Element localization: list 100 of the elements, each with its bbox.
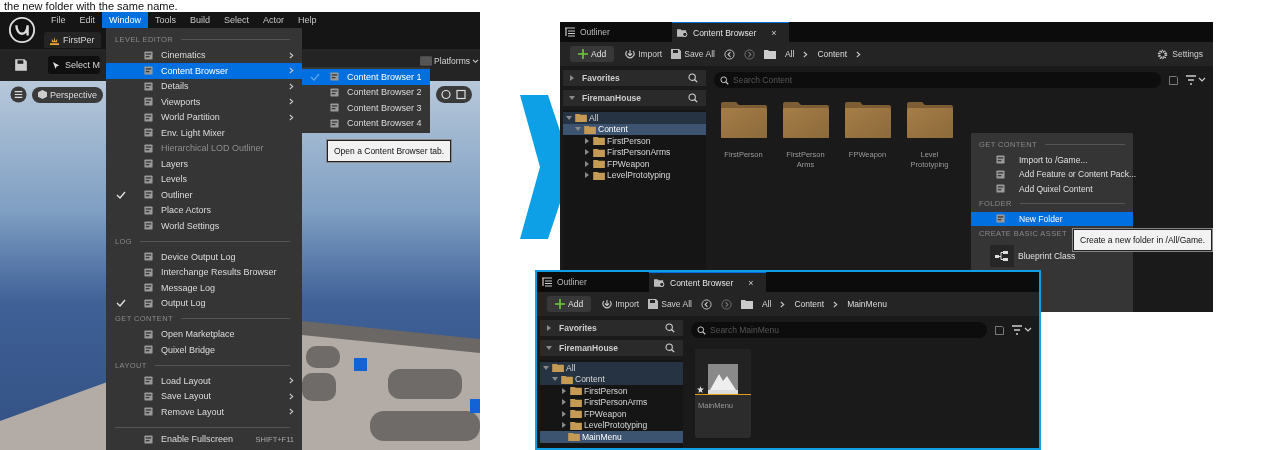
menu-bar-item[interactable]: Help (291, 12, 324, 28)
panel-tab[interactable]: Content Browser × (672, 22, 789, 42)
menu-item[interactable]: Quixel Bridge (106, 342, 302, 358)
save-icon[interactable] (14, 58, 28, 72)
triangle-right-icon (546, 325, 552, 331)
close-button[interactable]: × (748, 277, 754, 288)
panel-icon (996, 214, 1005, 224)
tooltip: Create a new folder in /All/Game. (1073, 229, 1213, 251)
tree-item[interactable]: FirstPersonArms (563, 146, 706, 158)
import-button[interactable]: Import (625, 49, 663, 59)
project-header[interactable]: FiremanHouse (540, 340, 683, 356)
import-button[interactable]: Import (602, 299, 640, 309)
panel-icon (144, 174, 153, 184)
menu-item[interactable]: Layers (106, 156, 302, 172)
menu-item[interactable]: Cinematics (106, 47, 302, 63)
back-icon[interactable] (700, 298, 712, 310)
menu-item[interactable]: Outliner (106, 187, 302, 203)
menu-icon[interactable] (10, 86, 27, 103)
forward-icon[interactable] (743, 48, 755, 60)
settings-button[interactable]: Settings (1157, 48, 1203, 60)
panel-tab[interactable]: Outliner (537, 272, 649, 292)
tree-item[interactable]: LevelPrototyping (563, 169, 706, 181)
breadcrumb-item[interactable]: Content (817, 49, 862, 59)
menu-bar-item[interactable]: Window (102, 12, 149, 28)
project-header[interactable]: FiremanHouse (563, 90, 706, 106)
menu-item[interactable]: Details (106, 78, 302, 94)
tree-item[interactable]: All (563, 112, 706, 124)
menu-item[interactable]: Content Browser 4 (302, 115, 430, 131)
mode-button[interactable]: Select M (48, 56, 100, 74)
tree-item[interactable]: FirstPerson (563, 135, 706, 147)
folder-icon[interactable] (763, 49, 776, 59)
menu-item[interactable]: Viewports (106, 94, 302, 110)
search-field[interactable]: Search MainMenu (691, 322, 987, 338)
tooltip: Open a Content Browser tab. (327, 140, 452, 162)
menu-bar-item[interactable]: File (44, 12, 73, 28)
panel-icon (144, 434, 153, 444)
menu-item[interactable]: Device Output Log (106, 249, 302, 265)
menu-item[interactable]: Content Browser 1 (302, 69, 430, 85)
filter-icon[interactable] (1186, 75, 1206, 85)
menu-item[interactable]: Open Marketplace (106, 326, 302, 342)
menu-item[interactable]: Add Quixel Content (971, 181, 1133, 196)
menu-item[interactable]: Place Actors (106, 202, 302, 218)
chevron-right-icon (803, 50, 809, 58)
menu-item[interactable]: New Folder (971, 211, 1133, 226)
favorites-header[interactable]: Favorites (540, 320, 683, 336)
menu-item[interactable]: World Settings (106, 218, 302, 234)
search-icon (688, 93, 698, 103)
tree-item[interactable]: MainMenu (540, 431, 683, 443)
menu-bar-item[interactable]: Build (183, 12, 218, 28)
tree-item[interactable]: FirstPersonArms (540, 396, 683, 408)
panel-icon (144, 97, 153, 107)
tree-item[interactable]: FPWeapon (540, 408, 683, 420)
add-button[interactable]: Add (570, 46, 615, 62)
menu-item[interactable]: World Partition (106, 109, 302, 125)
save-all-button[interactable]: Save All (648, 299, 692, 309)
menu-item[interactable]: Message Log (106, 280, 302, 296)
menu-bar-item[interactable]: Tools (148, 12, 184, 28)
caption-text: the new folder with the same name. (4, 0, 178, 12)
folder-icon[interactable] (740, 299, 753, 309)
menu-bar-item[interactable]: Select (217, 12, 257, 28)
level-icon (50, 35, 59, 45)
menu-item[interactable]: Output Log (106, 295, 302, 311)
panel-icon (144, 128, 153, 138)
tree-item[interactable]: All (540, 362, 683, 374)
tree-item[interactable]: LevelPrototyping (540, 419, 683, 431)
search-field[interactable]: Search Content (714, 72, 1161, 88)
search-icon (688, 73, 698, 83)
menu-item[interactable]: Load Layout (106, 373, 302, 389)
tree-item[interactable]: FirstPerson (540, 385, 683, 397)
panel-icon (996, 169, 1005, 179)
breadcrumb-item[interactable]: All (784, 49, 809, 59)
menu-item[interactable]: Remove Layout (106, 404, 302, 420)
menu-item[interactable]: Levels (106, 171, 302, 187)
favorites-header[interactable]: Favorites (563, 70, 706, 86)
menu-bar-item[interactable]: Edit (72, 12, 103, 28)
triangle-down-icon (546, 345, 552, 351)
breadcrumb-item[interactable]: MainMenu (847, 299, 887, 309)
tree-item[interactable]: FPWeapon (563, 158, 706, 170)
panel-tab[interactable]: Content Browser × (649, 272, 766, 292)
menu-item[interactable]: Content Browser 3 (302, 100, 430, 116)
platform-icon (420, 55, 433, 67)
menu-item[interactable]: Import to /Game... (971, 152, 1133, 167)
save-all-button[interactable]: Save All (671, 49, 715, 59)
menu-bar-item[interactable]: Actor (256, 12, 292, 28)
forward-icon[interactable] (720, 298, 732, 310)
level-tab[interactable]: FirstPer (44, 32, 101, 48)
back-icon[interactable] (723, 48, 735, 60)
menu-item[interactable]: Content Browser (106, 63, 302, 79)
settings-icon (1157, 48, 1169, 60)
filter-icon[interactable] (1012, 325, 1032, 335)
menu-item[interactable]: Interchange Results Browser (106, 264, 302, 280)
add-button[interactable]: Add (547, 296, 592, 312)
breadcrumb-item[interactable]: Content (794, 299, 839, 309)
menu-item[interactable]: Env. Light Mixer (106, 125, 302, 141)
panel-tab[interactable]: Outliner (560, 22, 672, 42)
menu-item[interactable]: Save Layout (106, 388, 302, 404)
breadcrumb-item[interactable]: All (761, 299, 786, 309)
close-button[interactable]: × (771, 27, 777, 38)
menu-item[interactable]: Content Browser 2 (302, 84, 430, 100)
platforms-button[interactable]: Platforms (420, 55, 480, 67)
